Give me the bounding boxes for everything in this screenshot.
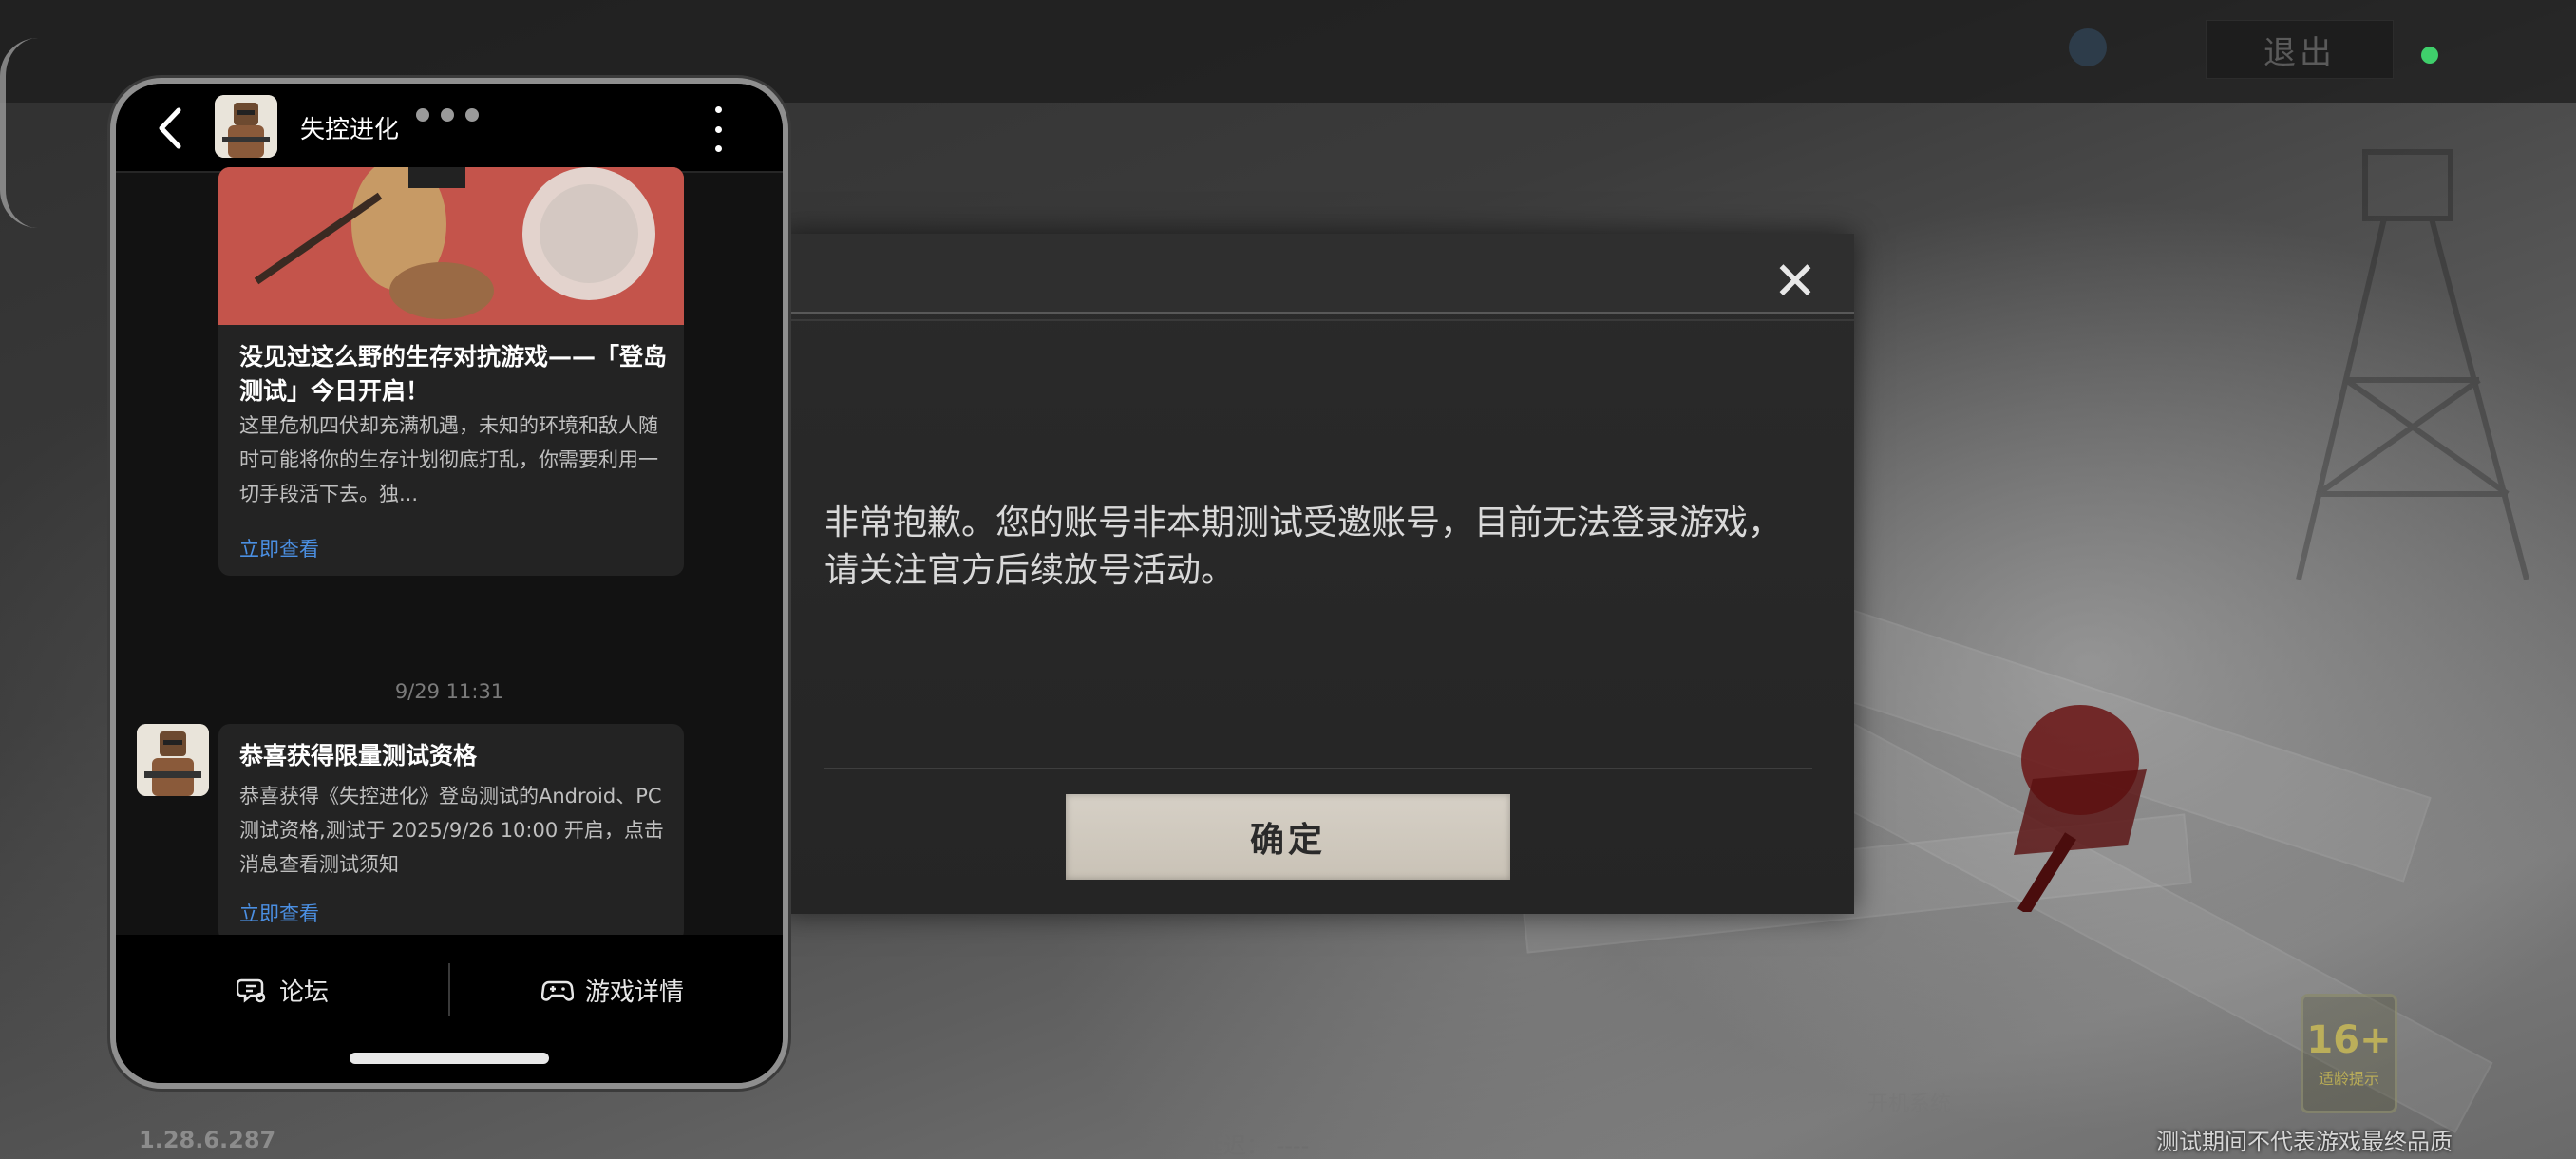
forum-tab[interactable]: 论坛	[237, 969, 329, 1011]
view-now-link[interactable]: 立即查看	[239, 534, 319, 562]
loading-dots	[416, 108, 479, 122]
confirm-button[interactable]: 确定	[1066, 794, 1510, 880]
forum-label: 论坛	[279, 978, 330, 1007]
login-error-dialog: ✕ 非常抱歉。您的账号非本期测试受邀账号，目前无法登录游戏，请关注官方后续放号活…	[779, 234, 1854, 914]
background-tag: 开机系统	[1867, 1092, 1952, 1116]
dialog-message: 非常抱歉。您的账号非本期测试受邀账号，目前无法登录游戏，请关注官方后续放号活动。	[824, 504, 1783, 590]
news-card-body: 这里危机四伏却充满机遇，未知的环境和敌人随时可能将你的生存计划彻底打乱，你需要利…	[239, 414, 658, 505]
home-indicator[interactable]	[350, 1053, 549, 1064]
message-feed[interactable]: 没见过这么野的生存对抗游戏——「登岛测试」今日开启！ 这里危机四伏却充满机遇，未…	[116, 167, 783, 1018]
qualification-title: 恭喜获得限量测试资格	[239, 742, 478, 770]
community-panel: 失控进化 没见过这么野的生存对抗游戏——「登岛测试」今日开启！ 这里危机四伏却充…	[110, 78, 788, 1089]
footer-divider	[448, 963, 450, 1016]
app-name: 失控进化	[300, 116, 400, 144]
age-rating-badge: 16+ 适龄提示	[2301, 994, 2397, 1113]
notification-icon[interactable]	[2069, 28, 2107, 66]
message-timestamp: 9/29 11:31	[394, 680, 504, 703]
panel-header: 失控进化	[116, 84, 783, 173]
game-details-label: 游戏详情	[585, 978, 685, 1007]
qualification-body: 恭喜获得《失控进化》登岛测试的Android、PC测试资格,测试于 2025/9…	[239, 785, 664, 876]
game-details-tab[interactable]: 游戏详情	[541, 969, 684, 1011]
dialog-divider	[824, 768, 1812, 770]
view-now-link[interactable]: 立即查看	[239, 899, 319, 927]
age-rating-tip: 适龄提示	[2318, 1070, 2379, 1088]
test-disclaimer: 测试期间不代表游戏最终品质	[2156, 1129, 2453, 1155]
dialog-header	[779, 234, 1854, 321]
news-card-image	[218, 167, 684, 325]
left-edge-arc	[0, 38, 44, 228]
close-icon[interactable]: ✕	[1771, 256, 1819, 309]
watchtower-silhouette	[2296, 149, 2529, 580]
sender-avatar	[137, 724, 209, 796]
more-vertical-icon[interactable]	[709, 106, 728, 152]
gamepad-icon	[541, 980, 574, 1001]
back-chevron-icon[interactable]	[152, 104, 190, 152]
network-status-dot	[2421, 47, 2438, 64]
exit-button[interactable]: 退出	[2206, 20, 2394, 79]
version-label: 1.28.6.287	[139, 1127, 276, 1153]
news-card-title: 没见过这么野的生存对抗游戏——「登岛测试」今日开启！	[239, 343, 668, 405]
panel-footer: 论坛 游戏详情	[116, 935, 783, 1083]
test-qualification-card[interactable]: 恭喜获得限量测试资格 恭喜获得《失控进化》登岛测试的Android、PC测试资格…	[218, 724, 684, 942]
news-card[interactable]: 没见过这么野的生存对抗游戏——「登岛测试」今日开启！ 这里危机四伏却充满机遇，未…	[218, 167, 684, 576]
latency-label: 延迟： ----	[1201, 1132, 1310, 1159]
app-avatar	[215, 95, 277, 158]
forum-icon	[237, 978, 266, 1003]
age-rating-number: 16+	[2306, 1018, 2392, 1062]
map-marker-decoration	[2014, 705, 2147, 912]
